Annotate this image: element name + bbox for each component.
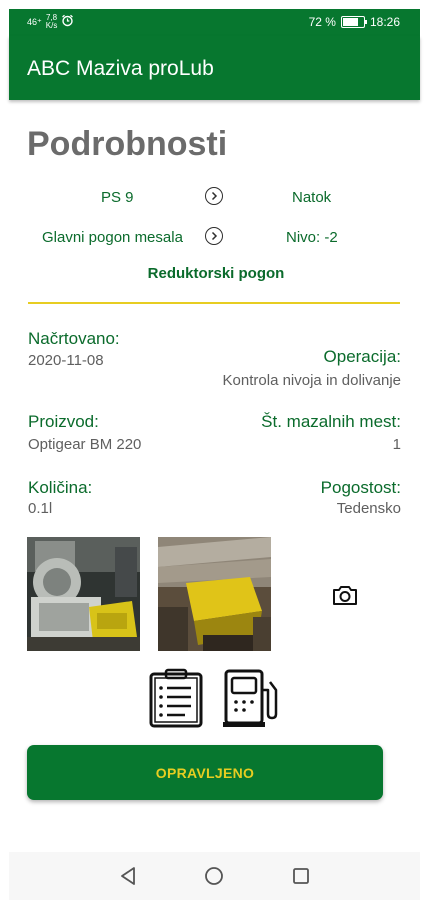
route-machine[interactable]: Glavni pogon mesala: [42, 229, 183, 246]
lube-points-label: Št. mazalnih mest:: [261, 412, 401, 431]
clock: 18:26: [369, 15, 400, 29]
app-title: ABC Maziva proLub: [27, 57, 214, 80]
fuel-pump-icon[interactable]: [222, 668, 282, 733]
quantity-value: 0.1l: [28, 500, 53, 517]
route-area[interactable]: Natok: [292, 189, 331, 206]
operation-label: Operacija:: [323, 347, 401, 366]
home-circle-icon[interactable]: [204, 866, 224, 891]
clipboard-icon[interactable]: [147, 668, 205, 733]
lube-points-value: 1: [392, 436, 401, 453]
divider: [28, 302, 400, 304]
app-bar: ABC Maziva proLub: [9, 36, 420, 100]
operation-value: Kontrola nivoja in dolivanje: [222, 372, 401, 389]
page-title: Podrobnosti: [27, 125, 228, 163]
status-right: 72 % 18:26: [309, 15, 400, 29]
frequency-label: Pogostost:: [320, 478, 401, 497]
product-value: Optigear BM 220: [28, 436, 142, 453]
system-nav-bar: [9, 852, 420, 900]
battery-icon: [340, 16, 367, 28]
device-screen: 46⁺ 7,8 K/s 72 % 18:26 ABC Maziva proLub…: [0, 0, 432, 902]
battery-percent: 72 %: [308, 15, 336, 29]
alarm-clock-icon: [61, 14, 74, 30]
network-speed-unit: K/s: [45, 21, 58, 30]
status-bar: 46⁺ 7,8 K/s 72 % 18:26: [9, 9, 420, 36]
chevron-right-circle-icon[interactable]: [205, 227, 223, 245]
network-speed: 7,8 K/s: [46, 14, 58, 30]
frequency-value: Tedensko: [336, 500, 401, 517]
planned-value: 2020-11-08: [28, 352, 104, 369]
route-location[interactable]: PS 9: [101, 189, 134, 206]
quantity-label: Količina:: [28, 478, 93, 497]
status-left: 46⁺ 7,8 K/s: [27, 14, 74, 30]
recents-square-icon[interactable]: [292, 866, 310, 891]
planned-label: Načrtovano:: [28, 329, 120, 348]
network-indicator: 46⁺: [27, 16, 42, 27]
component-subtitle: Reduktorski pogon: [147, 265, 285, 282]
product-label: Proizvod:: [28, 412, 99, 431]
machine-photo-2[interactable]: [158, 537, 271, 651]
machine-photo-1[interactable]: [27, 537, 140, 651]
chevron-right-circle-icon[interactable]: [205, 187, 223, 205]
route-level[interactable]: Nivo: -2: [286, 229, 338, 246]
back-triangle-icon[interactable]: [119, 866, 137, 891]
done-button[interactable]: OPRAVLJENO: [27, 745, 383, 800]
camera-icon[interactable]: [332, 584, 358, 606]
